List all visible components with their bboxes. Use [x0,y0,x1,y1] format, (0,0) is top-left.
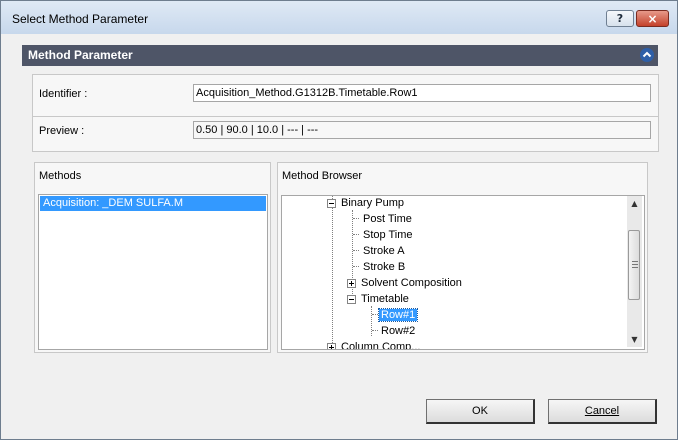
close-icon: × [647,11,658,26]
ok-button-label: OK [472,405,488,417]
tree-item-stroke-a[interactable]: Stroke A [361,243,407,259]
chevron-up-icon[interactable] [640,48,654,62]
tree-item-label: Row#1 [377,308,419,322]
tree-line [372,314,378,315]
methods-list[interactable]: Acquisition: _DEM SULFA.M [38,194,268,350]
tree-item-label: Stroke B [363,261,406,273]
method-tree[interactable]: Binary Pump Post Time Stop Time Stroke A… [281,195,645,350]
method-parameter-header: Method Parameter [22,45,658,66]
preview-field: 0.50 | 90.0 | 10.0 | --- | --- [193,121,651,139]
preview-group: Preview : 0.50 | 90.0 | 10.0 | --- | --- [32,116,659,152]
title-bar: Select Method Parameter ? × [1,1,677,34]
ok-button[interactable]: OK [426,399,535,424]
grip-line [632,261,638,262]
grip-line [632,267,638,268]
tree-line [372,330,378,331]
tree-line [332,196,333,349]
tree-item-stop-time[interactable]: Stop Time [361,227,415,243]
help-button[interactable]: ? [606,10,634,27]
tree-item-binary-pump[interactable]: Binary Pump [327,196,406,211]
tree-item-label: Stroke A [363,245,405,257]
cancel-button-label: Cancel [584,405,620,417]
section-title: Method Parameter [28,48,133,62]
tree-item-label: Post Time [363,213,412,225]
methods-panel-title: Methods [39,170,82,182]
tree-item-stroke-b[interactable]: Stroke B [361,259,407,275]
tree-item-column-comp[interactable]: Column Comp... [327,339,422,350]
tree-item-row1[interactable]: Row#1 [377,307,419,323]
tree-item-row2[interactable]: Row#2 [379,323,417,339]
identifier-group: Identifier : Acquisition_Method.G1312B.T… [32,74,659,118]
tree-item-label: Row#2 [381,325,416,337]
identifier-field[interactable]: Acquisition_Method.G1312B.Timetable.Row1 [193,84,651,102]
expand-icon[interactable] [347,278,356,288]
expand-icon[interactable] [327,342,336,349]
collapse-icon[interactable] [327,198,336,208]
methods-panel: Methods Acquisition: _DEM SULFA.M [34,162,271,353]
tree-line [353,250,359,251]
tree-item-label: Timetable [361,293,409,305]
collapse-icon[interactable] [347,294,356,304]
close-button[interactable]: × [636,10,669,27]
scroll-down-icon[interactable]: ▼ [627,332,642,347]
tree-item-label: Stop Time [363,229,413,241]
cancel-button[interactable]: Cancel [548,399,657,424]
dialog-window: Select Method Parameter ? × Method Param… [0,0,678,440]
method-browser-panel: Method Browser Binary Pump Post Time Sto… [277,162,648,353]
tree-scrollbar[interactable]: ▲ ▼ [627,196,642,347]
tree-item-timetable[interactable]: Timetable [347,291,411,307]
method-browser-title: Method Browser [282,170,363,182]
help-icon: ? [616,12,624,25]
grip-line [632,264,638,265]
tree-line [371,306,372,336]
tree-item-post-time[interactable]: Post Time [361,211,414,227]
tree-line [353,218,359,219]
tree-line [353,234,359,235]
tree-item-label: Binary Pump [341,197,404,209]
scroll-thumb[interactable] [628,230,640,300]
window-title: Select Method Parameter [12,12,149,26]
identifier-label: Identifier : [39,88,88,100]
tree-item-label: Column Comp... [341,341,421,350]
preview-label: Preview : [39,125,85,137]
tree-item-solvent-composition[interactable]: Solvent Composition [347,275,464,291]
tree-line [353,266,359,267]
tree-item-label: Solvent Composition [361,277,462,289]
scroll-up-icon[interactable]: ▲ [627,196,642,211]
list-item[interactable]: Acquisition: _DEM SULFA.M [40,196,266,211]
